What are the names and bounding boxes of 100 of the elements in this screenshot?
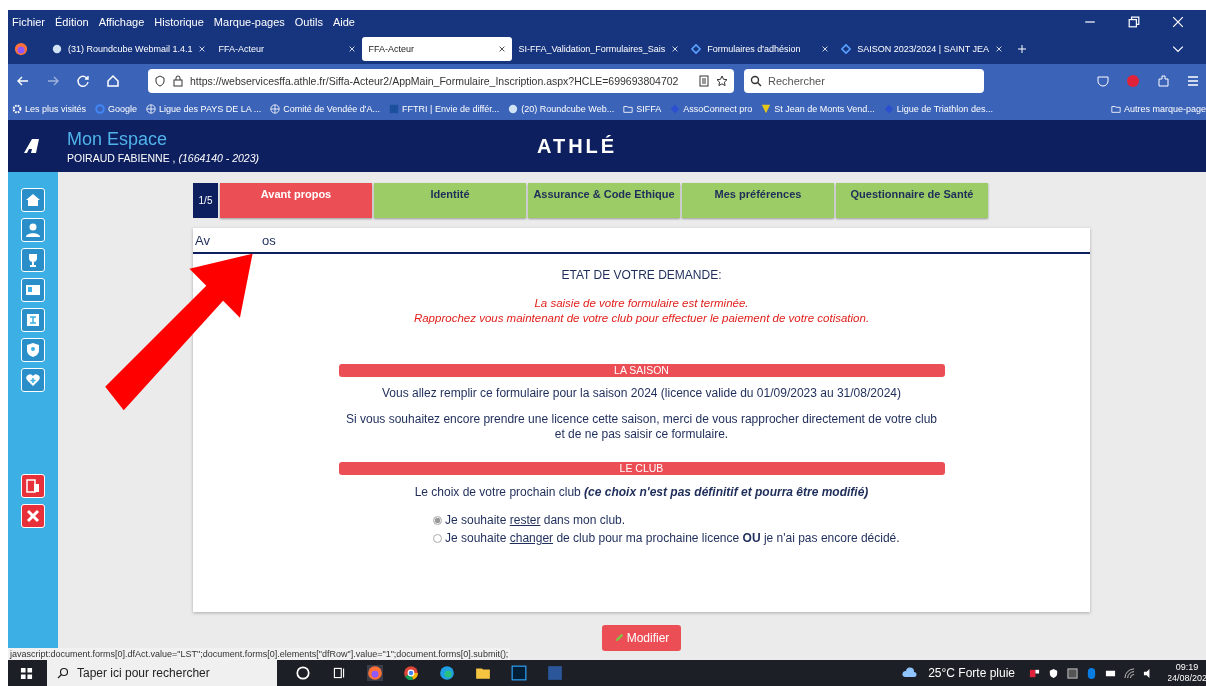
reload-icon[interactable] — [76, 74, 90, 88]
status-link-url: javascript:document.forms[0].dfAct.value="LST";document.forms[0].elements["dfRow"].value="1";document.forms[0].submit(); — [8, 648, 511, 660]
heart-plus-icon[interactable] — [21, 368, 45, 392]
folder-icon — [623, 104, 634, 114]
menu-item[interactable]: Affichage — [98, 16, 145, 28]
taskbar-search-field[interactable]: Taper ici pour rechercher — [47, 660, 277, 686]
bluetooth-icon[interactable] — [1086, 667, 1097, 679]
bookmark[interactable]: Autres marque-page — [1110, 104, 1206, 114]
edge-icon[interactable] — [439, 665, 455, 681]
user-name: POIRAUD FABIENNE , (1664140 - 2023) — [67, 151, 260, 164]
address-bar[interactable]: https://webservicesffa.athle.fr/Siffa-Acteur2/AppMain_Formulaire_Inscription.aspx?HCLE=699693804702 — [148, 69, 734, 93]
circle-icon[interactable] — [295, 665, 311, 681]
windows-icon[interactable] — [20, 666, 33, 680]
bookmark[interactable]: (20) Roundcube Web... — [508, 104, 615, 114]
browser-tab[interactable]: SI-FFA_Validation_Formulaires_Sais — [512, 37, 686, 61]
search-field[interactable]: Rechercher — [744, 69, 984, 93]
season-text: Vous allez remplir ce formulaire pour la saison 2024 (licence valide du 01/09/2023 au 31/08/2024) — [382, 386, 901, 400]
bookmark[interactable]: Google — [95, 104, 138, 114]
menu-item[interactable]: Marque-pages — [213, 16, 285, 28]
browser-tab[interactable]: Formulaires d'adhésion — [685, 37, 836, 61]
bookmark[interactable]: St Jean de Monts Vend... — [761, 104, 875, 114]
browser-tab[interactable]: FFA-Acteur — [212, 37, 363, 61]
id-card-icon[interactable] — [21, 278, 45, 302]
a-logo-icon[interactable] — [22, 138, 42, 154]
diamond-icon — [883, 104, 894, 114]
home-icon[interactable] — [21, 188, 45, 212]
person-icon[interactable] — [21, 218, 45, 242]
step-tab[interactable]: Questionnaire de Santé — [836, 183, 988, 218]
bookmark[interactable]: Ligue de Triathlon des... — [883, 104, 993, 114]
menu-item[interactable]: Fichier — [12, 16, 45, 28]
clock-time[interactable]: 09:19 — [1175, 662, 1199, 673]
pocket-icon[interactable] — [1096, 74, 1110, 88]
section-heading: LA SAISON — [338, 364, 945, 377]
trophy-icon[interactable] — [21, 248, 45, 272]
home-icon[interactable] — [106, 74, 120, 88]
menu-item[interactable]: Historique — [154, 16, 204, 28]
forward-icon[interactable] — [46, 74, 60, 88]
close-tab-icon[interactable] — [498, 45, 507, 53]
page-title: Mon Espace — [67, 128, 169, 150]
menu-item[interactable]: Aide — [332, 16, 355, 28]
step-tab[interactable]: Avant propos — [220, 183, 372, 218]
chrome-icon[interactable] — [403, 665, 419, 681]
panel-title: os — [261, 232, 276, 248]
new-tab-icon[interactable] — [1017, 44, 1028, 54]
brand-logo: ATHLÉ — [537, 134, 618, 158]
browser-tab[interactable]: (31) Roundcube Webmail 1.4.1 — [46, 37, 213, 61]
extension-icon[interactable] — [1156, 74, 1170, 88]
browser-logo-icon[interactable] — [14, 42, 28, 56]
org-chart-icon[interactable] — [21, 308, 45, 332]
bookmark[interactable]: SIFFA — [623, 104, 662, 114]
restore-icon[interactable] — [1128, 16, 1140, 28]
step-counter: 1/5 — [193, 183, 218, 218]
folder-icon — [1110, 104, 1121, 114]
browser-tab[interactable]: SAISON 2023/2024 | SAINT JEA — [835, 37, 1010, 61]
app-tray-icon[interactable] — [1029, 667, 1040, 679]
bookmark[interactable]: Les plus visités — [12, 104, 87, 114]
option-label[interactable]: Je souhaite rester dans mon club. — [445, 513, 626, 527]
section-heading: LE CLUB — [338, 462, 945, 475]
diamond-icon — [691, 44, 702, 54]
status-heading: ETAT DE VOTRE DEMANDE: — [561, 268, 722, 282]
status-message: La saisie de votre formulaire est terminée. — [533, 296, 750, 311]
panel-title: Av — [195, 232, 210, 248]
bookmark[interactable]: AssoConnect pro — [670, 104, 753, 114]
folder-icon[interactable] — [475, 665, 491, 681]
back-icon[interactable] — [16, 74, 30, 88]
url-text: https://webservicesffa.athle.fr/Siffa-Acteur2/AppMain_Formulaire_Inscription.aspx?HCLE=699693804702 — [190, 75, 680, 87]
bookmark[interactable]: FFTRI | Envie de différ... — [389, 104, 500, 114]
weather-text[interactable]: 25°C Forte pluie — [928, 666, 1015, 680]
globe-icon — [146, 104, 157, 114]
step-tab[interactable]: Mes préférences — [682, 183, 834, 218]
status-message: Rapprochez vous maintenant de votre club pour effectuer le paiement de votre cotisation. — [413, 311, 870, 326]
devices-icon[interactable] — [21, 474, 45, 498]
step-tab[interactable]: Assurance & Code Ethique — [528, 183, 680, 218]
clock-date[interactable]: 24/08/202 — [1168, 673, 1206, 684]
menu-item[interactable]: Édition — [55, 16, 89, 28]
menu-item[interactable]: Outils — [294, 16, 323, 28]
reader-icon[interactable] — [698, 75, 710, 87]
wifi-icon[interactable] — [1124, 667, 1135, 679]
close-icon[interactable] — [1172, 16, 1184, 28]
chevron-icon[interactable] — [1172, 43, 1184, 55]
bookmark[interactable]: Comité de Vendée d'A... — [270, 104, 381, 114]
firefox-icon[interactable] — [367, 665, 383, 681]
season-note: et de ne pas saisir ce formulaire. — [553, 427, 730, 442]
option-label[interactable]: Je souhaite changer de club pour ma prochaine licence OU je n'ai pas encore décidé. — [445, 531, 900, 545]
step-tab[interactable]: Identité — [374, 183, 526, 218]
gear-icon — [12, 104, 22, 114]
photoshop-icon[interactable] — [511, 665, 527, 681]
radio-button[interactable] — [433, 533, 442, 543]
globe-icon — [270, 104, 281, 114]
search-icon — [57, 667, 69, 679]
close-tab-icon[interactable] — [995, 45, 1004, 53]
app-tray-icon[interactable] — [1067, 667, 1078, 679]
star-icon[interactable] — [716, 75, 728, 87]
task-view-icon[interactable] — [331, 665, 347, 681]
browser-tab[interactable]: FFA-Acteur — [362, 37, 513, 61]
radio-button[interactable] — [433, 515, 442, 525]
diamond-icon — [841, 44, 852, 54]
bookmark[interactable]: Ligue des PAYS DE LA ... — [146, 104, 262, 114]
modify-button[interactable]: Modifier — [601, 625, 682, 651]
menu-icon[interactable] — [1186, 74, 1200, 88]
